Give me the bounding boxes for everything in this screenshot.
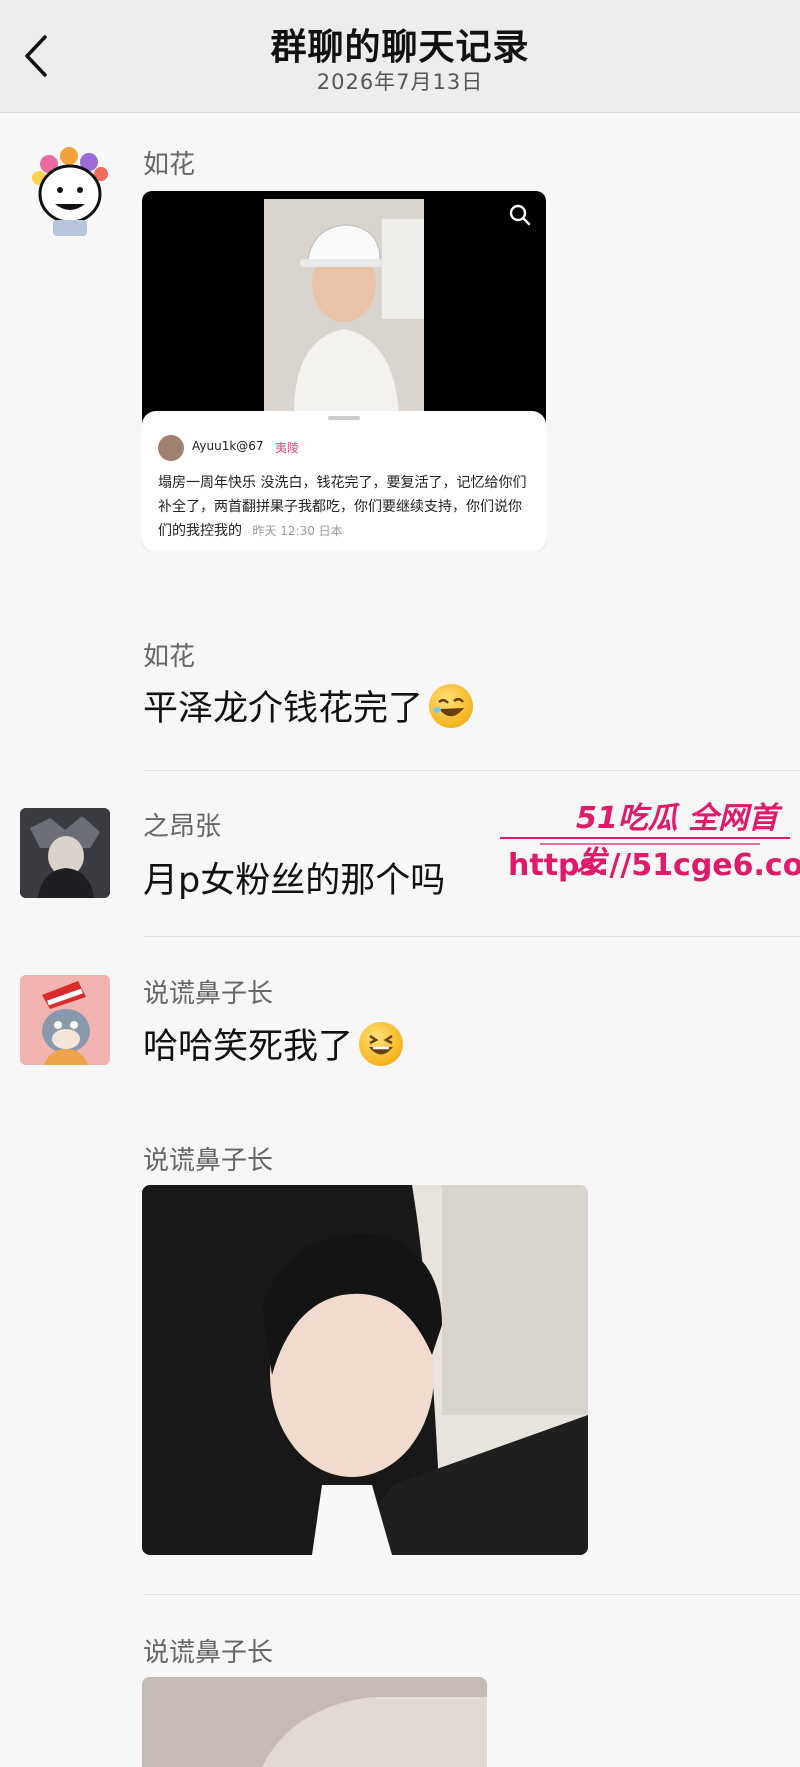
commenter-tag: 夷陵 bbox=[275, 441, 300, 455]
video-share-card[interactable]: Ayuu1k@67 夷陵 塌房一周年快乐 没洗白，钱花完了，要复活了，记忆给你们… bbox=[142, 191, 546, 551]
cartoon-cat-avatar-icon bbox=[20, 975, 110, 1065]
page-title: 群聊的聊天记录 bbox=[270, 27, 530, 68]
dark-character-avatar-icon bbox=[20, 808, 110, 898]
avatar-shuohuang[interactable] bbox=[20, 975, 110, 1065]
shared-photo[interactable] bbox=[142, 1185, 588, 1555]
laughing-emoji-icon bbox=[359, 1021, 404, 1066]
comment-text: 塌房一周年快乐 没洗白，钱花完了，要复活了，记忆给你们补全了，两首翻拼果子我都吃… bbox=[158, 471, 530, 543]
photo-image bbox=[142, 1677, 487, 1767]
sender-name: 之昂张 bbox=[143, 812, 222, 842]
message-divider bbox=[143, 770, 800, 771]
sender-name: 说谎鼻子长 bbox=[143, 1638, 274, 1668]
message-text-content: 平泽龙介钱花完了 bbox=[143, 689, 424, 729]
sender-name: 如花 bbox=[143, 150, 196, 180]
avatar-zhiangzhang[interactable] bbox=[20, 808, 110, 898]
chat-history-header: 群聊的聊天记录 2026年7月13日 bbox=[0, 0, 800, 113]
search-icon[interactable] bbox=[508, 203, 532, 231]
clown-avatar-icon bbox=[32, 147, 108, 236]
message-text-content: 哈哈笑死我了 bbox=[143, 1027, 354, 1067]
message-divider bbox=[143, 936, 800, 937]
sender-name: 说谎鼻子长 bbox=[143, 979, 274, 1009]
rofl-emoji-icon bbox=[429, 683, 474, 728]
message-text-content: 月p女粉丝的那个吗 bbox=[143, 861, 446, 901]
watermark-url: https://51cge6.com bbox=[508, 848, 800, 883]
avatar-ruhua[interactable] bbox=[25, 146, 115, 236]
message-text[interactable]: 平泽龙介钱花完了 bbox=[143, 680, 474, 731]
shared-photo[interactable] bbox=[142, 1677, 487, 1767]
message-text[interactable]: 月p女粉丝的那个吗 bbox=[143, 852, 445, 903]
person-in-cap-image bbox=[264, 199, 424, 414]
sender-name: 说谎鼻子长 bbox=[143, 1146, 274, 1176]
comment-meta: 昨天 12:30 日本 bbox=[252, 524, 343, 538]
drag-handle[interactable] bbox=[328, 416, 360, 420]
sender-name: 如花 bbox=[143, 642, 196, 672]
selfie-photo-image bbox=[142, 1185, 588, 1555]
chat-date: 2026年7月13日 bbox=[316, 70, 484, 94]
video-thumbnail[interactable] bbox=[264, 199, 424, 414]
commenter-username: Ayuu1k@67 bbox=[192, 439, 264, 453]
commenter-avatar bbox=[158, 435, 184, 461]
message-divider bbox=[143, 1594, 800, 1595]
message-text[interactable]: 哈哈笑死我了 bbox=[143, 1018, 404, 1069]
comment-panel: Ayuu1k@67 夷陵 塌房一周年快乐 没洗白，钱花完了，要复活了，记忆给你们… bbox=[142, 411, 546, 551]
